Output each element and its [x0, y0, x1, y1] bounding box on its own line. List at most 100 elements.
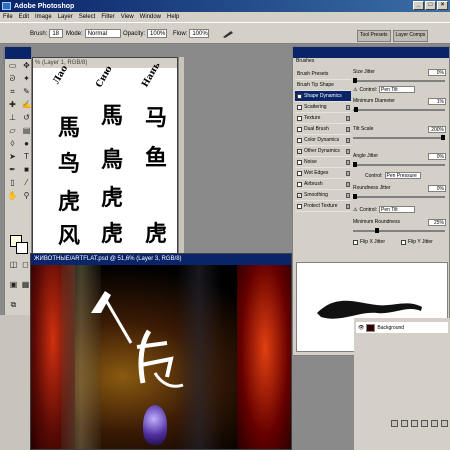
- maximize-button[interactable]: □: [425, 1, 436, 10]
- menu-view[interactable]: View: [121, 14, 134, 20]
- lock-icon[interactable]: [346, 115, 350, 121]
- scattering-item[interactable]: Scattering: [295, 102, 351, 113]
- tab-layer-comps[interactable]: Layer Comps: [392, 30, 429, 42]
- lock-icon[interactable]: [346, 159, 350, 165]
- minimum-diameter-slider[interactable]: [353, 107, 445, 112]
- add-layer-style-icon[interactable]: [391, 420, 398, 427]
- checkbox[interactable]: ✓: [297, 192, 302, 198]
- brush-tip-shape-item[interactable]: Brush Tip Shape: [295, 80, 351, 91]
- pen-tool-icon[interactable]: ✒: [6, 164, 19, 176]
- checkbox[interactable]: [297, 203, 302, 209]
- airbrush-item[interactable]: Airbrush: [295, 179, 351, 190]
- slider-knob[interactable]: [375, 228, 379, 233]
- other-dynamics-item[interactable]: ✓ Other Dynamics: [295, 146, 351, 157]
- lasso-tool-icon[interactable]: ᘐ: [6, 73, 19, 85]
- minimum-roundness-value[interactable]: 25%: [428, 219, 446, 226]
- menu-image[interactable]: Image: [35, 14, 52, 20]
- menu-filter[interactable]: Filter: [101, 14, 114, 20]
- size-jitter-value[interactable]: 0%: [428, 69, 446, 76]
- blur-tool-icon[interactable]: ◊: [6, 138, 19, 150]
- control-select[interactable]: Pen Pressure: [384, 172, 421, 179]
- tilt-scale-value[interactable]: 200%: [428, 126, 446, 133]
- checkbox[interactable]: [297, 170, 302, 176]
- hand-tool-icon[interactable]: ✋: [6, 190, 19, 202]
- eraser-tool-icon[interactable]: ▱: [6, 125, 19, 137]
- flip-x-jitter[interactable]: Flip X Jitter: [353, 239, 385, 245]
- airbrush-toggle[interactable]: [222, 29, 234, 39]
- path-selection-tool-icon[interactable]: ➤: [6, 151, 19, 163]
- checkbox[interactable]: ✓: [297, 148, 302, 154]
- new-layer-icon[interactable]: [431, 420, 438, 427]
- shape-dynamics-item[interactable]: ✓ Shape Dynamics: [295, 91, 351, 102]
- lock-icon[interactable]: [346, 137, 350, 143]
- menu-select[interactable]: Select: [79, 14, 96, 20]
- smoothing-item[interactable]: ✓ Smoothing: [295, 190, 351, 201]
- checkbox[interactable]: [401, 239, 406, 245]
- wet-edges-item[interactable]: Wet Edges: [295, 168, 351, 179]
- brushes-palette-header[interactable]: [293, 47, 449, 58]
- flip-y-jitter[interactable]: Flip Y Jitter: [401, 239, 433, 245]
- menu-help[interactable]: Help: [167, 14, 179, 20]
- checkbox[interactable]: [297, 137, 302, 143]
- lock-icon[interactable]: [346, 181, 350, 187]
- size-jitter-slider[interactable]: [353, 78, 445, 83]
- color-dynamics-item[interactable]: Color Dynamics: [295, 135, 351, 146]
- tab-tool-presets[interactable]: Tool Presets: [357, 30, 391, 42]
- lock-icon[interactable]: [346, 104, 350, 110]
- notes-tool-icon[interactable]: ▯: [6, 177, 19, 189]
- noise-item[interactable]: Noise: [295, 157, 351, 168]
- minimum-roundness-slider[interactable]: [353, 228, 445, 233]
- toolbox-header[interactable]: [5, 47, 31, 59]
- lock-icon[interactable]: [346, 148, 350, 154]
- opacity-input[interactable]: 100%: [147, 29, 168, 38]
- add-mask-icon[interactable]: [401, 420, 408, 427]
- brush-presets-item[interactable]: Brush Presets: [295, 69, 351, 80]
- new-set-icon[interactable]: [411, 420, 418, 427]
- protect-texture-item[interactable]: Protect Texture: [295, 201, 351, 212]
- checkbox[interactable]: [353, 239, 358, 245]
- checkbox[interactable]: [297, 104, 302, 110]
- slider-knob[interactable]: [353, 78, 357, 83]
- control-select[interactable]: Pen Tilt: [379, 206, 415, 213]
- minimize-button[interactable]: _: [413, 1, 424, 10]
- lock-icon[interactable]: [346, 203, 350, 209]
- menu-edit[interactable]: Edit: [19, 14, 29, 20]
- new-fill-layer-icon[interactable]: [421, 420, 428, 427]
- healing-brush-tool-icon[interactable]: ✚: [6, 99, 19, 111]
- menu-window[interactable]: Window: [140, 14, 161, 20]
- document-window-calligraphy[interactable]: % (Layer 1, RGB/8) Лао Сню Нань 馬 馬 马 鸟 …: [32, 57, 178, 257]
- control-select[interactable]: Pen Tilt: [379, 86, 415, 93]
- close-button[interactable]: ×: [437, 1, 448, 10]
- artwork-canvas[interactable]: [31, 265, 291, 449]
- document-window-artwork[interactable]: ЖИВОТНЫЕ/ARTFLAT.psd @ 51,6% (Layer 3, R…: [30, 253, 292, 450]
- dual-brush-item[interactable]: Dual Brush: [295, 124, 351, 135]
- roundness-jitter-slider[interactable]: [353, 194, 445, 199]
- slider-knob[interactable]: [441, 135, 445, 140]
- slider-knob[interactable]: [353, 194, 357, 199]
- lock-icon[interactable]: [346, 170, 350, 176]
- slider-knob[interactable]: [353, 162, 357, 167]
- minimum-diameter-value[interactable]: 1%: [428, 98, 446, 105]
- document-title[interactable]: ЖИВОТНЫЕ/ARTFLAT.psd @ 51,6% (Layer 3, R…: [31, 254, 291, 265]
- brush-size-picker[interactable]: 18: [49, 29, 64, 38]
- texture-item[interactable]: Texture: [295, 113, 351, 124]
- vertical-scrollbar[interactable]: [178, 57, 184, 257]
- layer-row-background[interactable]: 👁 Background: [356, 322, 448, 333]
- clone-stamp-tool-icon[interactable]: ⊥: [6, 112, 19, 124]
- mode-select[interactable]: Normal: [84, 29, 121, 38]
- tilt-scale-slider[interactable]: [353, 135, 445, 140]
- checkbox[interactable]: [297, 115, 302, 121]
- menu-file[interactable]: File: [3, 14, 13, 20]
- trash-icon[interactable]: [441, 420, 448, 427]
- checkbox[interactable]: [297, 159, 302, 165]
- crop-tool-icon[interactable]: ⌗: [6, 86, 19, 98]
- marquee-tool-icon[interactable]: ▭: [6, 60, 19, 72]
- menu-layer[interactable]: Layer: [58, 14, 73, 20]
- tab-brushes[interactable]: Brushes: [294, 58, 324, 66]
- jump-to-imageready-icon[interactable]: ⧉: [7, 299, 20, 311]
- lock-icon[interactable]: [346, 126, 350, 132]
- slider-knob[interactable]: [354, 107, 358, 112]
- flow-input[interactable]: 100%: [189, 29, 210, 38]
- checkbox[interactable]: ✓: [297, 93, 302, 99]
- lock-icon[interactable]: [346, 192, 350, 198]
